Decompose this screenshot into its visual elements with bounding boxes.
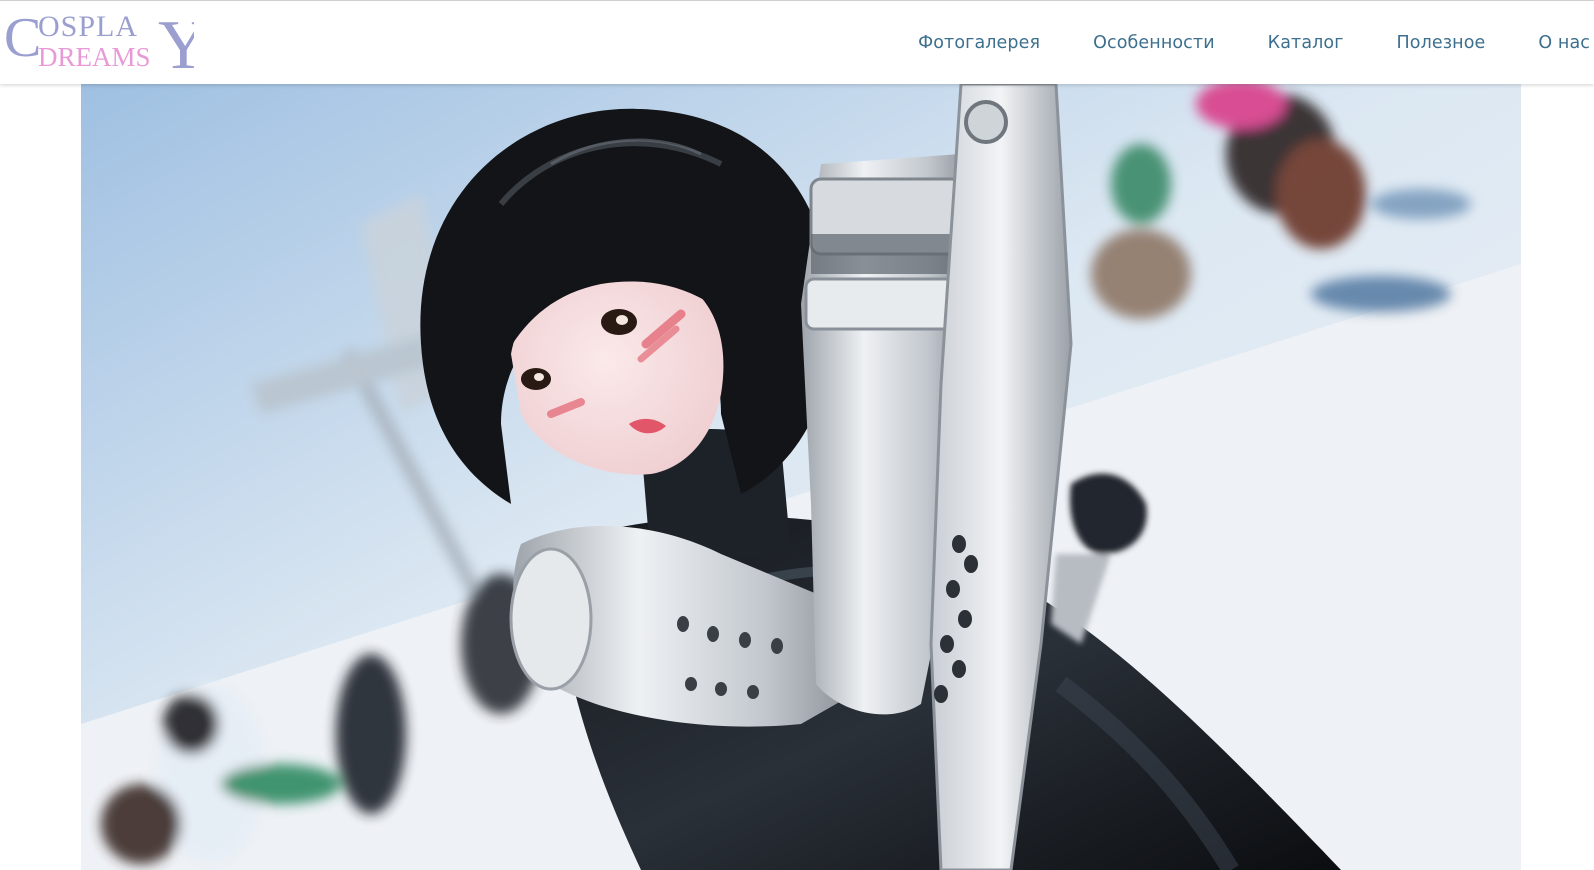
logo-letter-c: C [4,7,41,69]
logo-text-osplay: OSPLA [38,10,138,43]
cosplay-photo-image [81,84,1521,870]
nav-link-about[interactable]: О нас [1538,33,1590,53]
logo-text-dreams: DREAMS [38,42,151,72]
nav-link-useful[interactable]: Полезное [1397,33,1486,53]
nav-link-features[interactable]: Особенности [1093,33,1215,53]
site-logo[interactable]: C OSPLA Y DREAMS [4,6,194,74]
nav-link-gallery[interactable]: Фотогалерея [918,33,1040,53]
main-nav: Фотогалерея Особенности Каталог Полезное… [918,1,1594,85]
hero-photo [81,84,1521,870]
site-header: C OSPLA Y DREAMS Фотогалерея Особенности… [0,0,1594,84]
nav-link-catalog[interactable]: Каталог [1268,33,1344,53]
logo-letter-y: Y [158,7,194,74]
